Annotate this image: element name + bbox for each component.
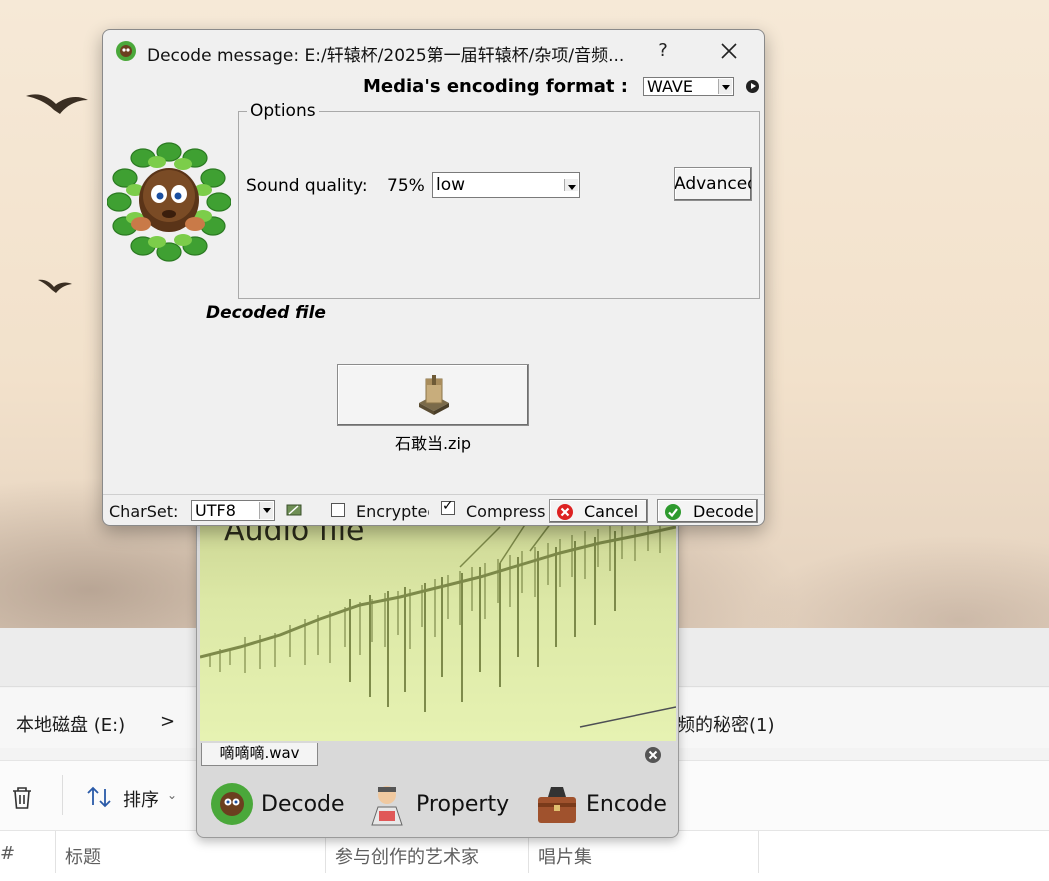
options-group: Options Sound quality: 75% low Advanced — [238, 101, 760, 299]
charset-select[interactable]: UTF8 — [191, 500, 275, 521]
decode-tool-label: Decode — [261, 791, 345, 817]
options-legend: Options — [247, 101, 319, 121]
encoding-format-value: WAVE — [647, 77, 693, 96]
encode-tool-button[interactable]: Encode — [534, 781, 667, 827]
chevron-down-icon[interactable] — [259, 502, 273, 519]
deepsound-main-window: Audio file 嘀嘀嘀.wav Decode Property Encod… — [196, 506, 679, 838]
sound-quality-label: Sound quality: — [246, 176, 368, 196]
bird-decoration — [38, 279, 72, 293]
delete-icon[interactable] — [10, 785, 34, 811]
audio-file-preview: Audio file — [200, 507, 676, 741]
property-tool-button[interactable]: Property — [364, 781, 509, 827]
close-tab-icon[interactable] — [643, 745, 663, 765]
close-icon[interactable] — [715, 37, 743, 65]
decode-tool-button[interactable]: Decode — [209, 781, 345, 827]
breadcrumb-separator[interactable]: > — [160, 711, 175, 732]
help-button[interactable]: ? — [653, 40, 673, 61]
deepsound-mascot-image — [107, 142, 231, 262]
charset-value: UTF8 — [195, 501, 236, 520]
sort-button[interactable]: 排序 — [123, 786, 159, 812]
encoding-format-select[interactable]: WAVE — [643, 77, 734, 96]
archive-file-icon — [419, 375, 449, 415]
decoded-file-label: Decoded file — [206, 303, 326, 323]
sound-quality-select[interactable]: low — [432, 172, 580, 198]
cancel-button[interactable]: Cancel — [549, 499, 648, 523]
decode-button-label: Decode — [693, 502, 754, 521]
column-divider[interactable] — [55, 831, 56, 873]
property-icon — [371, 786, 403, 826]
decode-button[interactable]: Decode — [657, 499, 758, 523]
main-toolbar: Decode Property Encode — [197, 769, 678, 829]
compress-checkbox[interactable] — [441, 498, 455, 515]
encode-tool-label: Encode — [586, 791, 667, 817]
deepsound-mascot-icon — [211, 783, 253, 825]
property-tool-label: Property — [416, 791, 510, 817]
sort-icon[interactable] — [86, 785, 112, 809]
cancel-button-label: Cancel — [584, 502, 639, 521]
breadcrumb-folder[interactable]: 频的秘密(1) — [677, 711, 775, 737]
dialog-title: Decode message: E:/轩辕杯/2025第一届轩辕杯/杂项/音频.… — [147, 46, 625, 66]
compress-label: Compress — [466, 502, 546, 521]
column-number[interactable]: # — [0, 843, 15, 864]
breadcrumb-drive[interactable]: 本地磁盘 (E:) — [16, 711, 125, 737]
dialog-footer: CharSet: UTF8 Encrypted Compress Cancel — [103, 494, 764, 526]
column-title[interactable]: 标题 — [65, 843, 101, 869]
decode-message-dialog: Decode message: E:/轩辕杯/2025第一届轩辕杯/杂项/音频.… — [102, 29, 765, 526]
dialog-titlebar[interactable]: Decode message: E:/轩辕杯/2025第一届轩辕杯/杂项/音频.… — [103, 30, 764, 72]
briefcase-icon — [538, 787, 576, 823]
sound-quality-percent: 75% — [387, 176, 425, 196]
chevron-down-icon[interactable] — [718, 79, 732, 94]
toolbar-divider — [62, 775, 63, 815]
column-artist[interactable]: 参与创作的艺术家 — [335, 843, 479, 869]
encrypted-label-clip: Encrypted — [356, 495, 429, 526]
cancel-icon — [557, 504, 573, 520]
pencil-edit-icon[interactable] — [286, 502, 302, 518]
play-icon[interactable] — [746, 80, 759, 93]
encrypted-checkbox[interactable] — [331, 503, 345, 517]
decoded-file-name: 石敢当.zip — [394, 434, 472, 453]
bird-decoration — [26, 94, 88, 114]
encrypted-label: Encrypted — [356, 502, 429, 521]
file-tab[interactable]: 嘀嘀嘀.wav — [201, 743, 318, 766]
chevron-down-icon[interactable] — [564, 179, 578, 191]
column-divider[interactable] — [758, 831, 759, 873]
chevron-down-icon[interactable]: ⌄ — [167, 788, 177, 802]
advanced-button[interactable]: Advanced — [674, 167, 752, 201]
sound-quality-value: low — [436, 175, 466, 195]
app-icon — [116, 41, 136, 61]
checkmark-icon — [665, 504, 681, 520]
decoded-file-button[interactable] — [337, 364, 529, 426]
advanced-button-label: Advanced — [674, 174, 752, 194]
charset-label: CharSet: — [109, 502, 179, 521]
column-album[interactable]: 唱片集 — [538, 843, 592, 869]
encoding-format-label: Media's encoding format : — [363, 76, 628, 97]
